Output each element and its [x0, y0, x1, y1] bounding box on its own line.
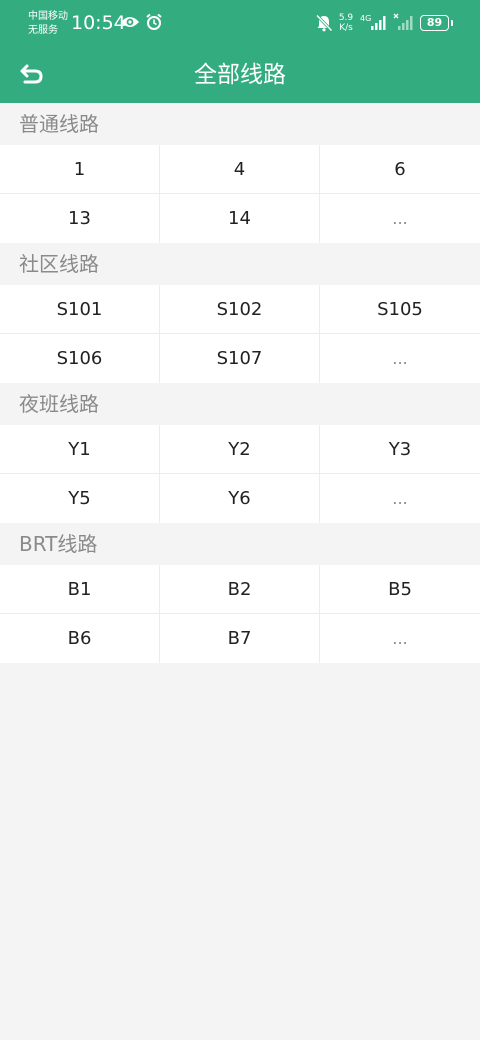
section-night-routes: 夜班线路 Y1 Y2 Y3 Y5 Y6 ... — [0, 383, 480, 523]
page-title: 全部线路 — [194, 62, 286, 88]
route-item[interactable]: 14 — [160, 194, 320, 243]
app-bar: 全部线路 — [0, 48, 480, 103]
route-item[interactable]: S105 — [320, 285, 480, 333]
grid-row: B1 B2 B5 — [0, 565, 480, 614]
status-time: 10:54 — [71, 12, 126, 34]
route-item[interactable]: B6 — [0, 614, 160, 663]
status-bar: 中国移动 无服务 10:54 5.9 K/s 4G 89 — [0, 0, 480, 48]
route-item[interactable]: B1 — [0, 565, 160, 613]
route-item[interactable]: S102 — [160, 285, 320, 333]
section-header: 夜班线路 — [0, 383, 480, 425]
signal-icon-sim2 — [393, 12, 415, 36]
network-type: 4G — [360, 14, 371, 23]
eye-icon — [120, 14, 140, 34]
route-grid: S101 S102 S105 S106 S107 ... — [0, 285, 480, 383]
grid-row: Y1 Y2 Y3 — [0, 425, 480, 474]
route-item[interactable]: 1 — [0, 145, 160, 193]
net-speed-value: 5.9 — [338, 13, 354, 23]
carrier-name: 中国移动 — [28, 11, 68, 22]
section-community-routes: 社区线路 S101 S102 S105 S106 S107 ... — [0, 243, 480, 383]
route-item[interactable]: Y5 — [0, 474, 160, 523]
grid-row: S101 S102 S105 — [0, 285, 480, 334]
net-speed: 5.9 K/s — [338, 13, 354, 33]
grid-row: Y5 Y6 ... — [0, 474, 480, 523]
grid-row: 13 14 ... — [0, 194, 480, 243]
more-routes-button[interactable]: ... — [320, 194, 480, 243]
route-grid: B1 B2 B5 B6 B7 ... — [0, 565, 480, 663]
alarm-icon — [145, 13, 163, 35]
signal-icon: 4G — [360, 12, 388, 36]
route-item[interactable]: S106 — [0, 334, 160, 383]
route-item[interactable]: Y1 — [0, 425, 160, 473]
route-item[interactable]: 6 — [320, 145, 480, 193]
section-brt-routes: BRT线路 B1 B2 B5 B6 B7 ... — [0, 523, 480, 663]
section-header: BRT线路 — [0, 523, 480, 565]
route-list: 普通线路 1 4 6 13 14 ... 社区线路 S101 S102 S105… — [0, 103, 480, 663]
carrier-status: 无服务 — [28, 25, 58, 36]
net-speed-unit: K/s — [339, 23, 353, 33]
grid-row: S106 S107 ... — [0, 334, 480, 383]
back-arrow-icon — [19, 63, 45, 89]
route-item[interactable]: Y6 — [160, 474, 320, 523]
more-routes-button[interactable]: ... — [320, 614, 480, 663]
route-item[interactable]: B5 — [320, 565, 480, 613]
route-item[interactable]: Y3 — [320, 425, 480, 473]
route-item[interactable]: S107 — [160, 334, 320, 383]
route-item[interactable]: S101 — [0, 285, 160, 333]
carrier-info: 中国移动 无服务 — [28, 10, 68, 38]
section-header: 社区线路 — [0, 243, 480, 285]
route-item[interactable]: B7 — [160, 614, 320, 663]
route-grid: Y1 Y2 Y3 Y5 Y6 ... — [0, 425, 480, 523]
route-item[interactable]: B2 — [160, 565, 320, 613]
route-item[interactable]: Y2 — [160, 425, 320, 473]
more-routes-button[interactable]: ... — [320, 334, 480, 383]
more-routes-button[interactable]: ... — [320, 474, 480, 523]
battery-icon: 89 — [420, 15, 453, 31]
route-item[interactable]: 13 — [0, 194, 160, 243]
mute-icon — [315, 14, 333, 36]
route-grid: 1 4 6 13 14 ... — [0, 145, 480, 243]
section-header: 普通线路 — [0, 103, 480, 145]
route-item[interactable]: 4 — [160, 145, 320, 193]
section-regular-routes: 普通线路 1 4 6 13 14 ... — [0, 103, 480, 243]
grid-row: B6 B7 ... — [0, 614, 480, 663]
back-button[interactable] — [8, 54, 56, 98]
grid-row: 1 4 6 — [0, 145, 480, 194]
